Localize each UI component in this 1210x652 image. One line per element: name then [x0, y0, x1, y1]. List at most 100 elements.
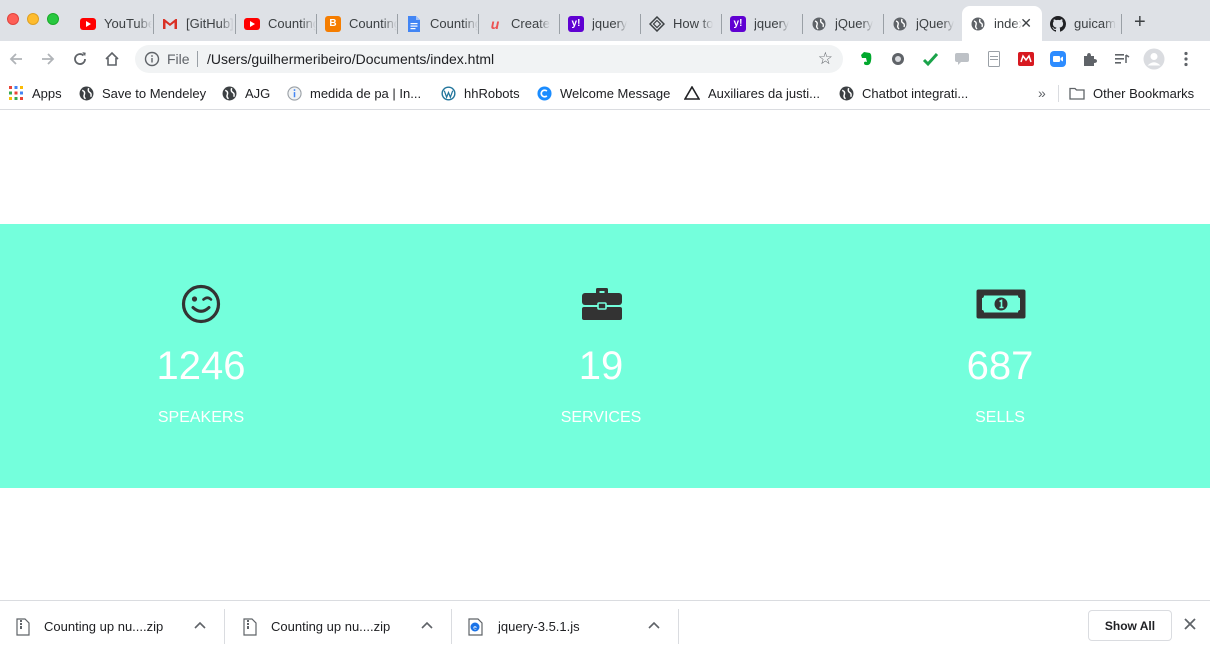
svg-text:e: e: [473, 624, 477, 631]
download-filename: Counting up nu....zip: [271, 619, 391, 634]
tab-udemy[interactable]: u Create: [479, 8, 559, 39]
tab-divider: [1121, 14, 1122, 34]
home-button[interactable]: [101, 48, 123, 70]
bookmark-label: Auxiliares da justi...: [708, 85, 820, 101]
tab-title: jQuery: [835, 16, 874, 31]
github-icon: [1050, 15, 1066, 32]
download-item[interactable]: Counting up nu....zip: [16, 601, 224, 652]
chat-bubble-icon[interactable]: [953, 50, 971, 68]
download-filename: Counting up nu....zip: [44, 619, 164, 634]
tab-gmail[interactable]: [GitHub]: [154, 8, 234, 39]
gmail-icon: [162, 16, 178, 32]
tab-youtube[interactable]: YouTube: [72, 8, 152, 39]
bookmark-chatbot[interactable]: Chatbot integrati...: [838, 83, 968, 103]
tab-yahoo-jquery-2[interactable]: y! jquery: [722, 8, 802, 39]
tab-youtube-counting[interactable]: Counting: [236, 8, 316, 39]
close-tab-icon[interactable]: ✕: [1020, 15, 1032, 32]
back-button[interactable]: [5, 48, 27, 70]
tab-title: jQuery: [916, 16, 955, 31]
minimize-window-button[interactable]: [27, 13, 39, 25]
download-divider: [224, 609, 225, 644]
url-text[interactable]: /Users/guilhermeribeiro/Documents/index.…: [207, 51, 494, 67]
tab-index-active[interactable]: index ✕: [962, 6, 1042, 41]
info-icon: [286, 85, 302, 101]
download-divider: [678, 609, 679, 644]
tab-jquery[interactable]: jQuery: [803, 8, 883, 39]
tab-title: Counting: [349, 16, 397, 31]
document-icon[interactable]: [985, 50, 1003, 68]
chevron-up-icon[interactable]: [421, 618, 433, 632]
globe-icon: [811, 16, 827, 32]
tab-title: Counting: [430, 16, 478, 31]
zoom-window-button[interactable]: [47, 13, 59, 25]
evernote-icon[interactable]: [857, 50, 875, 68]
globe-icon: [892, 16, 908, 32]
tab-how-to[interactable]: How to: [641, 8, 721, 39]
c-icon: [536, 85, 552, 101]
tab-title: [GitHub]: [186, 16, 234, 31]
apps-grid-icon: [8, 85, 24, 101]
bookmark-label: hhRobots: [464, 85, 520, 101]
home-icon: [105, 51, 119, 66]
browser-window: YouTube [GitHub] Counting B Counting Cou…: [0, 0, 1210, 651]
zoom-icon[interactable]: [1049, 50, 1067, 68]
puzzle-extensions-icon[interactable]: [1081, 50, 1099, 68]
udemy-icon: u: [490, 15, 500, 32]
bookmarks-divider: [1058, 85, 1059, 102]
mendeley-icon[interactable]: [1017, 50, 1035, 68]
tab-yahoo-jquery[interactable]: y! jquery: [560, 8, 640, 39]
new-tab-button[interactable]: +: [1134, 12, 1146, 32]
blogger-icon: B: [325, 15, 341, 32]
bookmark-medida[interactable]: medida de pa | In...: [286, 83, 421, 103]
close-shelf-icon[interactable]: [1181, 615, 1199, 633]
tab-github[interactable]: guicam: [1042, 8, 1120, 39]
tab-title: Create: [511, 16, 551, 31]
bookmark-mendeley[interactable]: Save to Mendeley: [78, 83, 206, 103]
address-bar[interactable]: File /Users/guilhermeribeiro/Documents/i…: [135, 45, 843, 73]
other-bookmarks-folder[interactable]: Other Bookmarks: [1069, 83, 1194, 103]
bookmark-apps[interactable]: Apps: [8, 83, 62, 103]
forward-button[interactable]: [37, 48, 59, 70]
other-bookmarks-label: Other Bookmarks: [1093, 85, 1195, 101]
tab-jquery-2[interactable]: jQuery: [884, 8, 962, 39]
download-item[interactable]: Counting up nu....zip: [243, 601, 451, 652]
bookmark-label: AJG: [245, 85, 271, 101]
chevron-up-icon[interactable]: [648, 618, 660, 632]
counter-label: SPEAKERS: [157, 409, 245, 426]
counter-value: 687: [966, 344, 1034, 388]
reload-button[interactable]: [69, 48, 91, 70]
info-icon[interactable]: [144, 51, 160, 67]
reload-icon: [74, 52, 86, 65]
tab-blogger[interactable]: B Counting: [317, 8, 397, 39]
zip-file-icon: [243, 617, 257, 636]
bookmark-welcome-message[interactable]: Welcome Message: [536, 83, 670, 103]
download-item[interactable]: e jquery-3.5.1.js: [468, 601, 678, 652]
profile-avatar-icon[interactable]: [1143, 48, 1165, 70]
bookmark-label: Chatbot integrati...: [862, 85, 969, 101]
menu-kebab-icon[interactable]: [1177, 50, 1195, 68]
zip-file-icon: [16, 617, 30, 636]
chevron-up-icon[interactable]: [194, 618, 206, 632]
docs-icon: [406, 15, 422, 32]
bookmark-label: Apps: [32, 85, 62, 101]
show-all-downloads-button[interactable]: Show All: [1088, 610, 1172, 641]
yahoo-icon: y!: [730, 15, 746, 32]
url-scheme: File: [167, 51, 190, 67]
bookmarks-overflow-button[interactable]: »: [1038, 83, 1046, 103]
bookmark-hhrobots[interactable]: hhRobots: [440, 83, 520, 103]
tab-title: jquery: [754, 16, 790, 31]
bookmark-star-icon[interactable]: ☆: [818, 49, 833, 69]
bookmark-label: Welcome Message: [560, 85, 671, 101]
counter-speakers: 1246 SPEAKERS: [81, 224, 321, 488]
checkmark-icon[interactable]: [921, 50, 939, 68]
reading-list-icon[interactable]: [1113, 50, 1131, 68]
extension-circle-icon[interactable]: [889, 50, 907, 68]
counter-services: 19 SERVICES: [481, 224, 721, 488]
tab-docs[interactable]: Counting: [398, 8, 478, 39]
bookmark-ajg[interactable]: AJG: [221, 83, 270, 103]
bookmark-auxiliares[interactable]: Auxiliares da justi...: [684, 83, 820, 103]
close-window-button[interactable]: [7, 13, 19, 25]
counter-label: SELLS: [975, 409, 1025, 426]
folder-icon: [1069, 85, 1085, 101]
tab-title: jquery: [592, 16, 628, 31]
